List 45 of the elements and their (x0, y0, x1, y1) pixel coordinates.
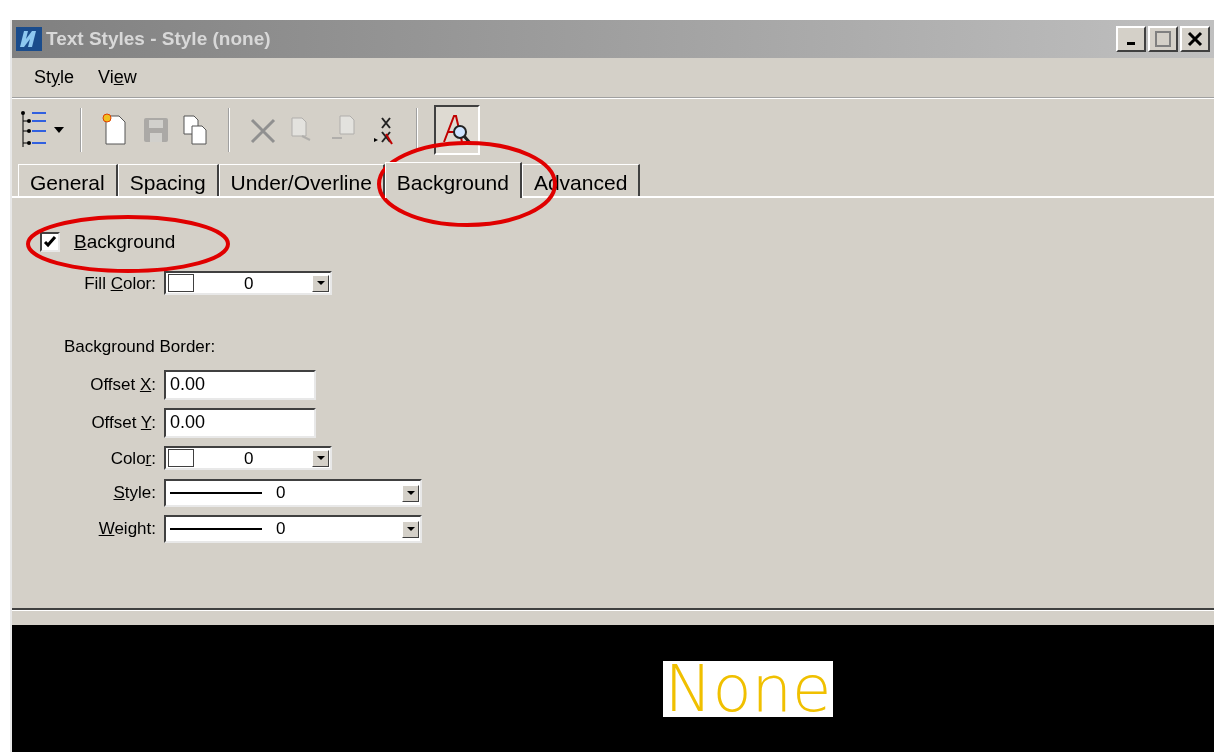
checkbox[interactable] (40, 232, 60, 253)
color-value: 0 (244, 272, 254, 295)
maximize-icon (1155, 31, 1171, 47)
dropdown-arrow-button[interactable] (312, 274, 329, 292)
dropdown-value: 0 (276, 482, 286, 505)
line-style-dropdown[interactable]: 0 (164, 479, 422, 507)
offset-x-field[interactable]: 0.00 (164, 369, 316, 400)
menu-item[interactable]: View (98, 64, 137, 91)
offset-y-field[interactable]: 0.00 (164, 407, 316, 438)
minimize-button[interactable] (1116, 26, 1146, 52)
menu-item[interactable]: Style (34, 64, 75, 91)
tab[interactable]: Under/Overline (218, 164, 385, 196)
fill-color-dropdown[interactable]: 0 (164, 271, 332, 296)
caret-icon (316, 280, 325, 286)
section-label: Background Border: (64, 336, 217, 358)
line-weight-dropdown[interactable]: 0 (164, 515, 422, 543)
minimize-icon (1127, 41, 1135, 45)
close-button[interactable] (1180, 26, 1210, 52)
tab[interactable]: General (18, 164, 118, 196)
field-label: Color: (110, 447, 156, 470)
dropdown-arrow-button[interactable] (312, 449, 329, 467)
caret-icon (406, 526, 415, 532)
caret-icon (406, 490, 415, 496)
close-icon (1187, 31, 1203, 47)
maximize-button[interactable] (1148, 26, 1178, 52)
field-label: Weight: (98, 518, 156, 541)
window-title: Text Styles - Style (none) (46, 26, 271, 51)
field-label: Offset Y: (91, 411, 156, 434)
field-label: Fill Color: (84, 272, 156, 295)
dropdown-arrow-button[interactable] (402, 520, 419, 538)
preview-toggle-button[interactable] (434, 104, 480, 155)
color-swatch (168, 449, 194, 468)
app-logo-icon (16, 27, 42, 51)
color-value: 0 (244, 447, 254, 470)
tab[interactable]: Spacing (117, 164, 219, 196)
caret-icon (316, 455, 325, 461)
border-color-dropdown[interactable]: 0 (164, 446, 332, 471)
color-swatch (168, 274, 194, 293)
preview-text: None (662, 660, 834, 717)
field-label: Offset X: (90, 373, 156, 396)
dropdown-value: 0 (276, 518, 286, 541)
field-label: Style: (113, 482, 156, 505)
tab[interactable]: Background (384, 162, 522, 198)
dropdown-arrow-button[interactable] (402, 484, 419, 502)
checkbox-label: Background (74, 230, 176, 254)
